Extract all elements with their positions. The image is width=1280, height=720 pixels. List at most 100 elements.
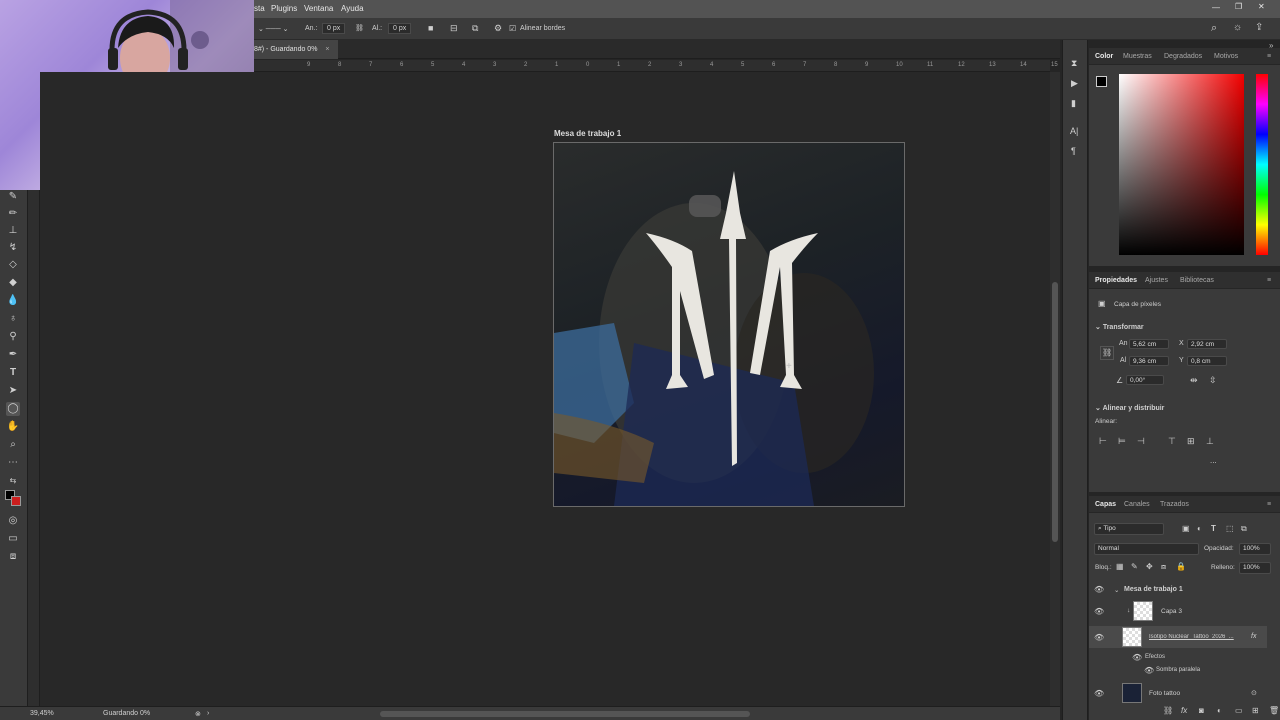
path-selection-icon[interactable]: ➤ [6, 384, 20, 398]
eraser-tool-icon[interactable]: ◇ [6, 258, 20, 272]
paragraph-icon[interactable]: ¶ [1071, 146, 1076, 156]
flip-horizontal-icon[interactable]: ⇹ [1190, 375, 1198, 385]
y-field[interactable]: 0,8 cm [1187, 356, 1227, 366]
visibility-eye-icon[interactable]: 👁 [1094, 585, 1104, 594]
tab-muestras[interactable]: Muestras [1123, 53, 1152, 60]
layer-effects-row[interactable]: 👁 Efectos [1089, 652, 1269, 664]
menu-item-plugins[interactable]: Plugins [271, 4, 297, 13]
visibility-eye-icon[interactable]: 👁 [1094, 633, 1104, 642]
fill-field[interactable]: 100% [1239, 562, 1271, 574]
search-icon[interactable]: ⌕ [1211, 22, 1217, 35]
lock-artboard-icon[interactable]: ⧈ [1161, 562, 1166, 572]
more-tools-icon[interactable]: ⋯ [6, 456, 20, 470]
bulb-icon[interactable]: ☼ [1233, 22, 1242, 33]
align-edges-checkbox[interactable]: ☑ [509, 24, 516, 33]
restore-icon[interactable]: ❐ [1235, 2, 1242, 11]
lock-transparent-icon[interactable]: ▦ [1116, 562, 1124, 572]
path-arrangement-icon[interactable]: ⧉ [472, 23, 478, 34]
status-cancel-icon[interactable]: ⊗ [195, 710, 201, 718]
align-left-edges-icon[interactable]: ⊢ [1099, 436, 1107, 446]
tab-degradados[interactable]: Degradados [1164, 53, 1202, 60]
layer-row-artboard[interactable]: 👁 ⌄ Mesa de trabajo 1 [1089, 579, 1269, 601]
link-layers-icon[interactable]: ⛓ [1163, 706, 1173, 716]
filter-shape-icon[interactable]: ⬚ [1226, 524, 1234, 534]
document-tab[interactable]: 8#) - Guardando 0% × [254, 40, 338, 59]
vertical-scrollbar-thumb[interactable] [1052, 282, 1058, 542]
artboard-canvas[interactable]: + [553, 142, 905, 507]
layer-row-foto-tattoo[interactable]: 👁 Foto tattoo ⊙ [1089, 682, 1269, 704]
screen-mode-icon[interactable]: ▭ [6, 532, 20, 546]
hand-tool-icon[interactable]: ✋ [6, 420, 20, 434]
panel-menu-icon[interactable]: ≡ [1267, 277, 1271, 284]
lock-all-icon[interactable]: 🔒 [1176, 562, 1186, 572]
dodge-tool-icon[interactable]: ♁ [6, 312, 20, 326]
filter-type-icon[interactable]: T [1211, 524, 1216, 534]
new-group-icon[interactable]: ▭ [1235, 706, 1243, 716]
blur-tool-icon[interactable]: 💧 [6, 294, 20, 308]
share-icon[interactable]: ⇪ [1255, 22, 1263, 33]
width-field[interactable]: 0 px [322, 23, 346, 34]
pencil-tool-icon[interactable]: ✏ [6, 207, 20, 221]
smudge-tool-icon[interactable]: ⚲ [6, 330, 20, 344]
tab-canales[interactable]: Canales [1124, 501, 1150, 508]
brush-tool-icon[interactable]: ✎ [6, 190, 20, 204]
filter-adjustment-icon[interactable]: ◐ [1197, 524, 1202, 534]
menu-item-ventana[interactable]: Ventana [304, 4, 333, 13]
comments-icon[interactable]: ▮ [1071, 98, 1076, 108]
transform-section-title[interactable]: ⌄ Transformar [1095, 323, 1144, 331]
new-layer-icon[interactable]: ⊞ [1252, 706, 1259, 716]
pen-tool-icon[interactable]: ✒ [6, 348, 20, 362]
tab-color[interactable]: Color [1095, 53, 1113, 60]
link-dimensions-icon[interactable]: ⛓ [1100, 346, 1115, 360]
visibility-eye-icon[interactable]: 👁 [1144, 666, 1154, 675]
paint-bucket-icon[interactable]: ◆ [6, 276, 20, 290]
add-mask-icon[interactable]: ◙ [1199, 706, 1204, 716]
layer-row-isotipo[interactable]: 👁 Isotipo Nuclear_Tattoo_2026_... fx [1089, 626, 1267, 648]
panel-menu-icon[interactable]: ≡ [1267, 501, 1271, 508]
add-style-icon[interactable]: fx [1181, 706, 1187, 716]
angle-field[interactable]: 0,00° [1126, 375, 1164, 385]
blend-mode-dropdown[interactable]: Normal [1094, 543, 1199, 555]
zoom-tool-icon[interactable]: ⌕ [6, 438, 20, 452]
status-arrow-icon[interactable]: › [207, 710, 209, 717]
tab-trazados[interactable]: Trazados [1160, 501, 1189, 508]
stamp-tool-icon[interactable]: ⊥ [6, 224, 20, 238]
menu-item-vista[interactable]: sta [254, 4, 265, 13]
horizontal-scrollbar-thumb[interactable] [380, 711, 750, 717]
history-brush-icon[interactable]: ↯ [6, 241, 20, 255]
layer-row-capa-3[interactable]: 👁 ↓ Capa 3 [1089, 600, 1269, 622]
color-foreground-swatch[interactable] [1096, 76, 1107, 87]
menu-item-ayuda[interactable]: Ayuda [341, 4, 364, 13]
more-options-button[interactable]: ... [1210, 456, 1217, 465]
width-field[interactable]: 5,62 cm [1129, 339, 1169, 349]
tab-propiedades[interactable]: Propiedades [1095, 277, 1137, 284]
panel-menu-icon[interactable]: ≡ [1267, 53, 1271, 60]
delete-layer-icon[interactable]: 🗑 [1269, 706, 1279, 716]
align-vertical-centers-icon[interactable]: ⊞ [1187, 436, 1195, 446]
height-field[interactable]: 9,36 cm [1129, 356, 1169, 366]
align-horizontal-centers-icon[interactable]: ⊨ [1118, 436, 1126, 446]
play-actions-icon[interactable]: ▶ [1071, 78, 1078, 88]
visibility-eye-icon[interactable]: 👁 [1094, 607, 1104, 616]
tab-motivos[interactable]: Motivos [1214, 53, 1238, 60]
color-saturation-field[interactable] [1119, 74, 1244, 255]
frame-tool-icon[interactable]: ⧈ [6, 550, 20, 564]
lock-image-icon[interactable]: ✎ [1131, 562, 1138, 572]
ellipse-tool-icon[interactable]: ◯ [6, 402, 20, 416]
link-icon[interactable]: ⛓ [355, 24, 364, 32]
align-right-edges-icon[interactable]: ⊣ [1137, 436, 1145, 446]
fx-icon[interactable]: fx [1251, 633, 1256, 640]
close-icon[interactable]: ✕ [1258, 2, 1265, 11]
path-operations-icon[interactable]: ■ [428, 23, 433, 33]
visibility-eye-icon[interactable]: 👁 [1094, 689, 1104, 698]
history-icon[interactable]: ⧗ [1071, 58, 1077, 68]
background-color-swatch[interactable] [11, 496, 21, 506]
hue-slider[interactable] [1256, 74, 1268, 255]
tab-close-icon[interactable]: × [325, 46, 329, 53]
stroke-dropdown-icon[interactable]: ⌄ ─── ⌄ [258, 25, 289, 33]
swap-colors-icon[interactable]: ⇆ [6, 474, 20, 488]
vertical-scrollbar[interactable] [1050, 72, 1060, 706]
visibility-eye-icon[interactable]: 👁 [1132, 653, 1142, 662]
height-field[interactable]: 0 px [388, 23, 412, 34]
character-icon[interactable]: A| [1070, 126, 1078, 136]
